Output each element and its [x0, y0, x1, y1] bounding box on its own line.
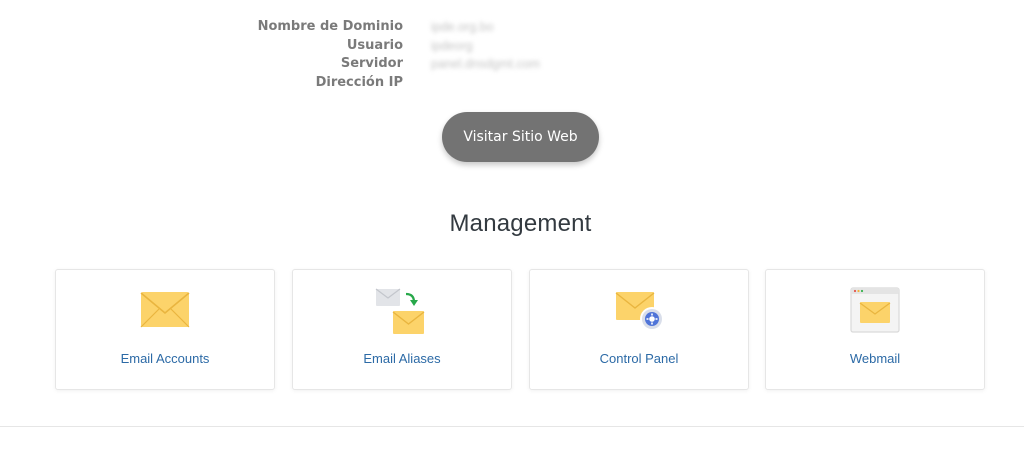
- info-row-user: Usuario ipdeorg: [0, 37, 1024, 56]
- control-panel-card[interactable]: Control Panel: [529, 269, 749, 390]
- server-label: Servidor: [340, 56, 403, 71]
- domain-name-value: ipde.org.bo: [431, 20, 494, 34]
- account-info: Nombre de Dominio ipde.org.bo Usuario ip…: [0, 18, 1024, 92]
- management-heading: Management: [449, 210, 592, 237]
- email-accounts-label: Email Accounts: [120, 351, 210, 366]
- email-forward-icon: [372, 286, 432, 336]
- info-row-ip: Dirección IP: [0, 74, 1024, 93]
- username-label: Usuario: [346, 37, 403, 53]
- bottom-divider: [0, 426, 1024, 427]
- email-aliases-card[interactable]: Email Aliases: [292, 269, 512, 390]
- email-aliases-label: Email Aliases: [363, 351, 441, 366]
- visit-website-button[interactable]: Visitar Sitio Web: [442, 112, 599, 162]
- webmail-browser-icon: [845, 286, 905, 336]
- page: Nombre de Dominio ipde.org.bo Usuario ip…: [0, 0, 1024, 450]
- email-accounts-card[interactable]: Email Accounts: [55, 269, 275, 390]
- domain-name-label: Nombre de Dominio: [257, 19, 403, 34]
- webmail-card[interactable]: Webmail: [765, 269, 985, 390]
- control-panel-label: Control Panel: [599, 351, 679, 366]
- ip-address-label: Dirección IP: [315, 74, 403, 90]
- server-value: panel.dnsdgmt.com: [431, 57, 541, 71]
- webmail-label: Webmail: [849, 351, 901, 366]
- envelope-icon: [135, 286, 195, 336]
- email-settings-icon: [609, 286, 669, 336]
- info-row-server: Servidor panel.dnsdgmt.com: [0, 55, 1024, 74]
- username-value: ipdeorg: [431, 38, 473, 53]
- info-row-domain: Nombre de Dominio ipde.org.bo: [0, 18, 1024, 37]
